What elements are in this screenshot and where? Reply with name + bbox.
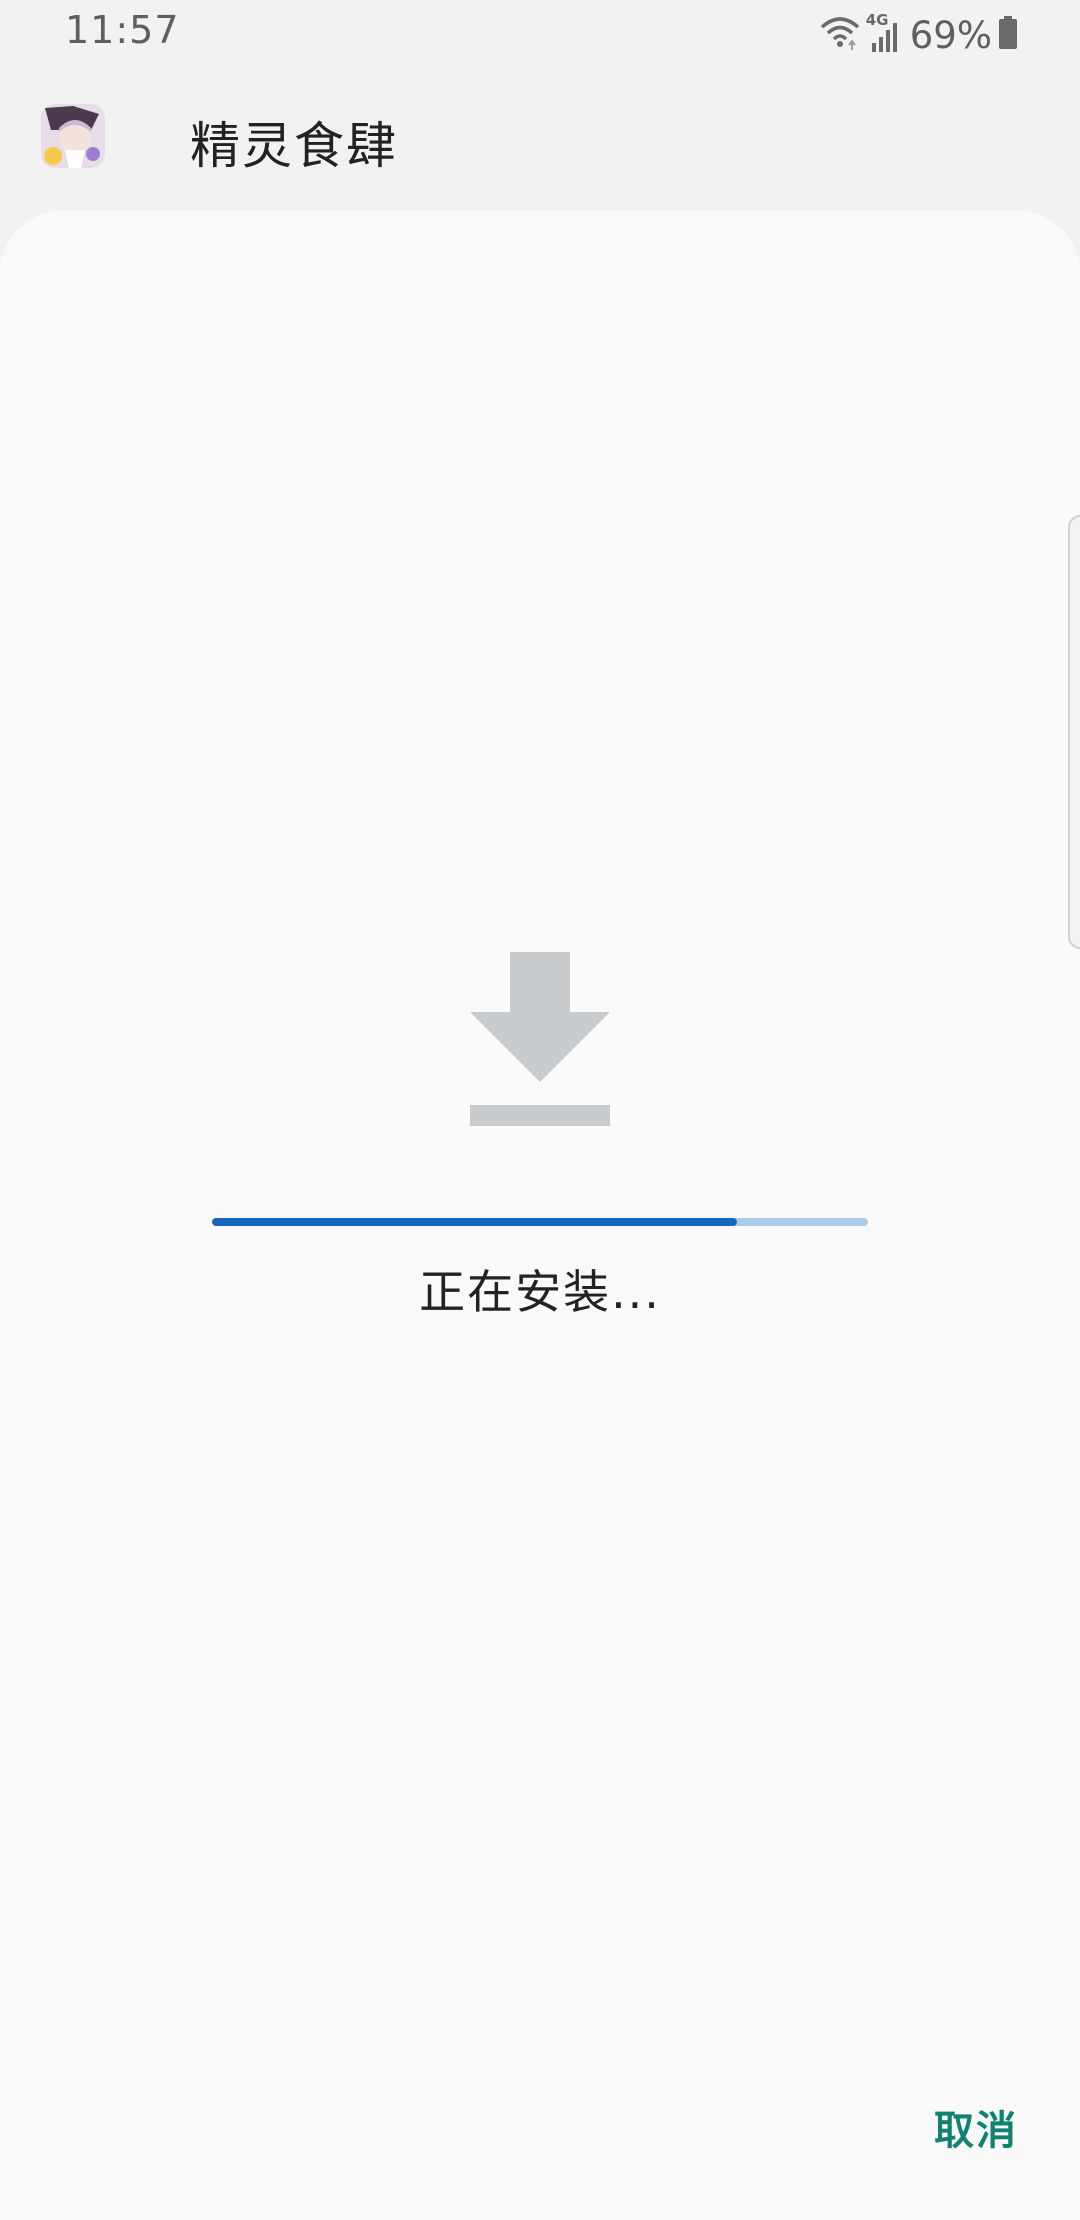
signal-icon: 4G [866, 11, 900, 55]
wifi-icon [820, 15, 860, 55]
status-bar: 11:57 4G 69% [0, 0, 1080, 68]
status-time: 11:57 [65, 8, 180, 52]
app-header: 精灵食肆 [0, 68, 1080, 208]
install-card [0, 210, 1080, 2220]
install-progress-bar [212, 1218, 868, 1226]
cancel-button[interactable]: 取消 [934, 2098, 1018, 2156]
status-icons: 4G 69% [820, 11, 1018, 58]
install-status-text: 正在安装... [419, 1265, 661, 1319]
install-progress-fill [212, 1218, 737, 1226]
battery-percent: 69% [909, 13, 992, 57]
app-title: 精灵食肆 [190, 117, 398, 175]
battery-icon [998, 16, 1018, 54]
app-icon [41, 104, 105, 168]
download-icon [468, 952, 612, 1128]
edge-panel-handle[interactable] [1068, 515, 1080, 949]
